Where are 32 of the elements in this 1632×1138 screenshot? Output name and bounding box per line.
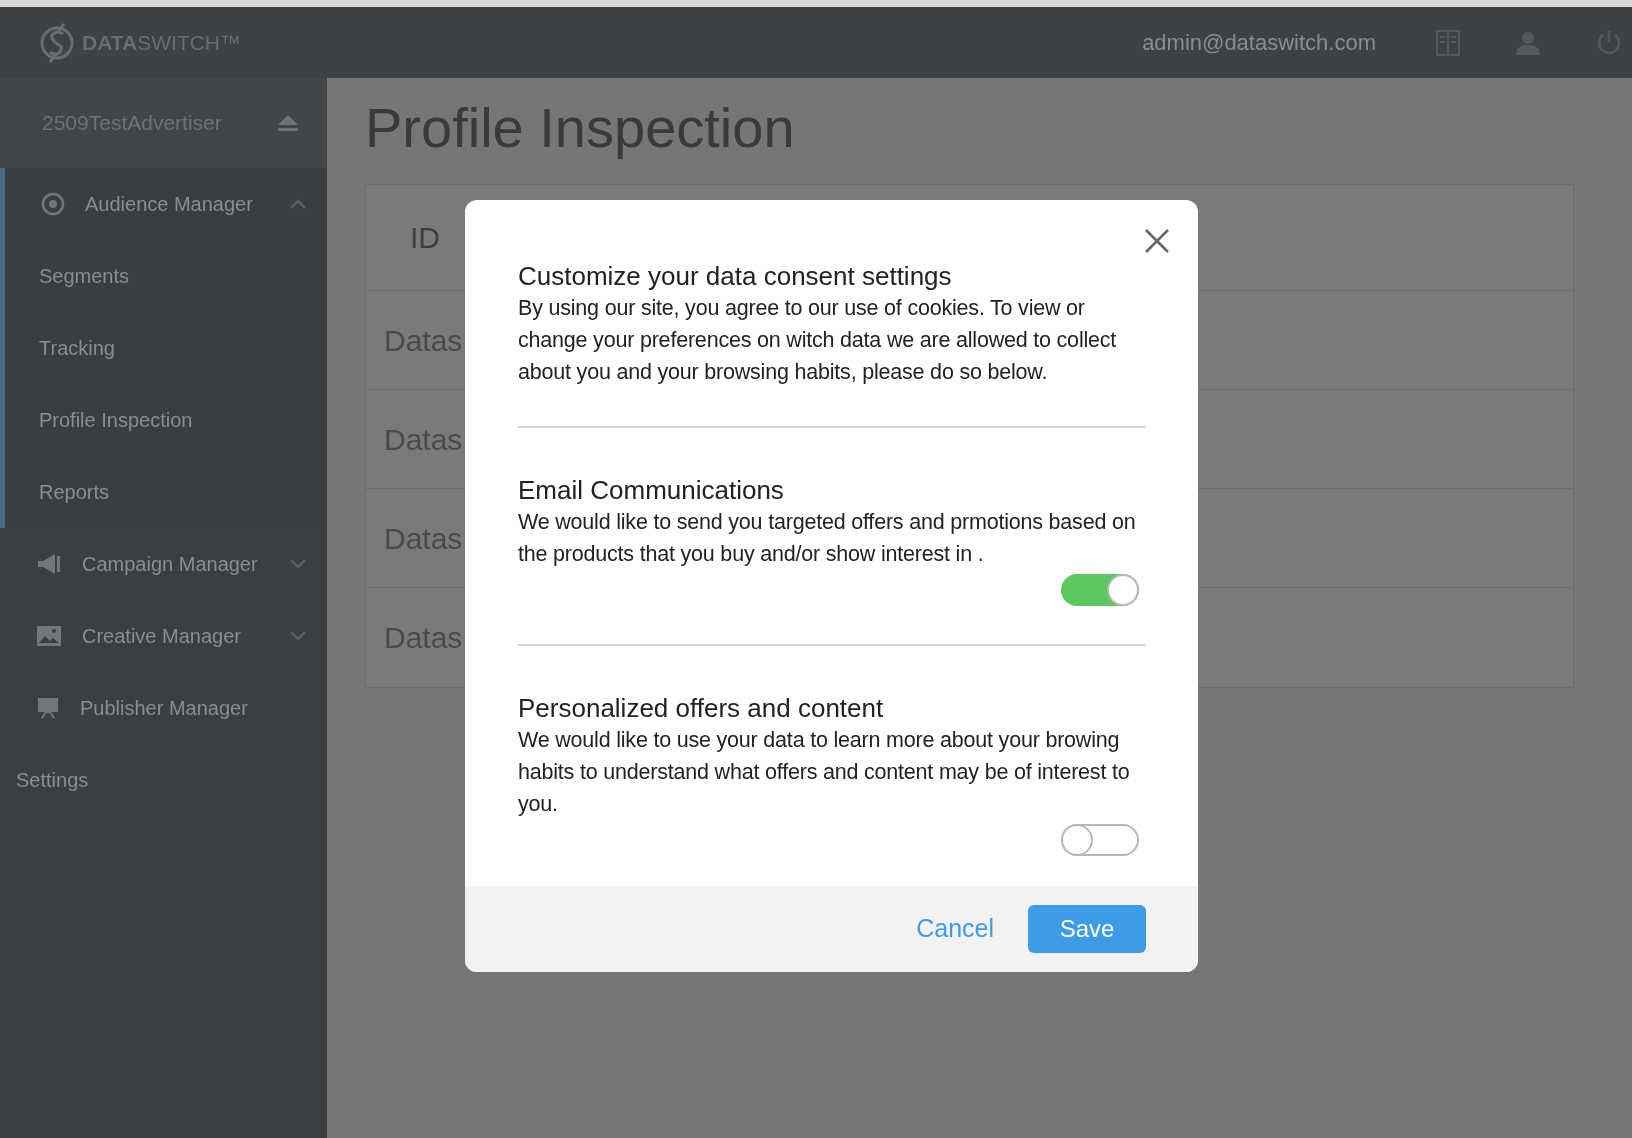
- nav-subitem[interactable]: Reports: [5, 456, 327, 528]
- nav-item[interactable]: Creative Manager: [0, 600, 327, 672]
- nav-item[interactable]: Publisher Manager: [0, 672, 327, 744]
- toggle-switch[interactable]: [1061, 824, 1139, 856]
- eject-icon[interactable]: [277, 114, 299, 132]
- section-text: By using our site, you agree to our use of cookies. To view or change your preferences on witch data we are allowed to collect about you and your browsing habits, please do so below.: [518, 295, 1118, 386]
- megaphone-icon: [36, 553, 62, 575]
- section-text: We would like to use your data to learn more about your browing habits to understand what offers and content may be of interest to you.: [518, 727, 1131, 818]
- nav-subitem[interactable]: Segments: [5, 240, 327, 312]
- save-button[interactable]: Save: [1028, 905, 1146, 953]
- column-header: ID: [410, 220, 440, 256]
- section-title: Personalized offers and content: [518, 692, 885, 724]
- section-title: Customize your data consent settings: [518, 260, 953, 292]
- toggle-switch[interactable]: [1061, 574, 1139, 606]
- nav-subitem[interactable]: Tracking: [5, 312, 327, 384]
- image-icon: [36, 625, 62, 647]
- cancel-link[interactable]: Cancel: [916, 910, 994, 948]
- power-icon[interactable]: [1596, 29, 1622, 56]
- section-text: We would like to send you targeted offers and prmotions based on the products that you buy and/or show interest in .: [518, 509, 1137, 568]
- chevron-up-icon: [289, 198, 307, 210]
- monitor-icon: [36, 696, 60, 720]
- target-icon: [41, 192, 65, 216]
- nav-item[interactable]: Audience Manager: [5, 168, 327, 240]
- nav-item[interactable]: Campaign Manager: [0, 528, 327, 600]
- chevron-down-icon: [289, 558, 307, 570]
- user-icon[interactable]: [1515, 29, 1541, 56]
- close-icon: [1144, 228, 1170, 254]
- user-email: admin@dataswitch.com: [1142, 29, 1376, 57]
- nav-item[interactable]: Settings: [0, 744, 327, 816]
- section-title: Email Communications: [518, 474, 785, 506]
- chevron-down-icon: [289, 630, 307, 642]
- nav-subitem[interactable]: Profile Inspection: [5, 384, 327, 456]
